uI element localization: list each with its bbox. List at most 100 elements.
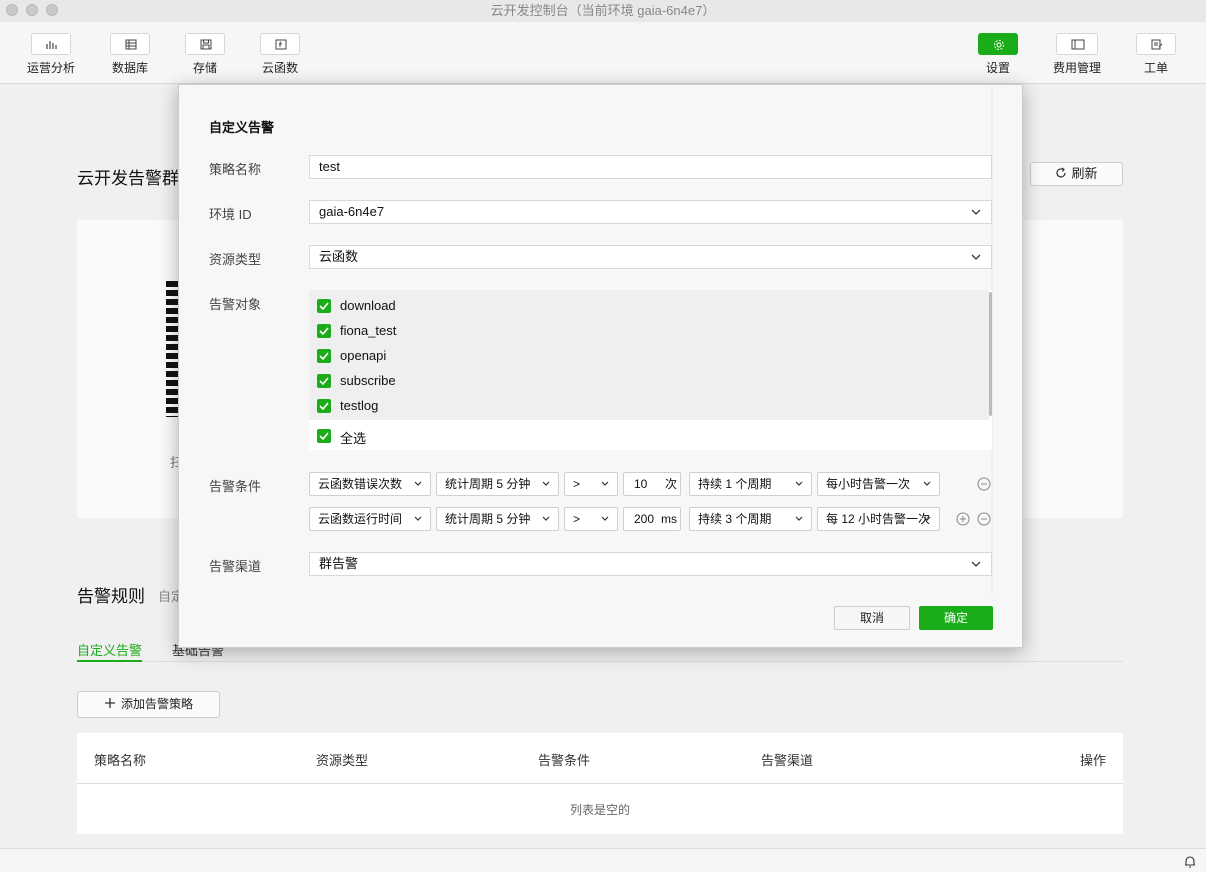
add-policy-button[interactable]: 添加告警策略: [77, 691, 220, 718]
toolbar-database-button[interactable]: 数据库: [110, 33, 150, 76]
toolbar-billing-label: 费用管理: [1053, 61, 1102, 75]
policy-name-input[interactable]: test: [309, 155, 992, 179]
window-zoom-button[interactable]: [46, 4, 58, 16]
add-condition-icon[interactable]: [956, 512, 970, 526]
table-header: 策略名称 资源类型 告警条件 告警渠道 操作: [77, 733, 1123, 784]
checkbox-checked[interactable]: [317, 374, 331, 388]
toolbar-ticket-label: 工单: [1143, 61, 1168, 75]
toolbar-ticket-button[interactable]: 工单: [1136, 33, 1176, 76]
qr-code-image: [166, 281, 178, 417]
checkbox-checked[interactable]: [317, 429, 331, 443]
conditions-label: 告警条件: [209, 479, 262, 494]
target-item-label: openapi: [340, 348, 387, 363]
policy-table: 策略名称 资源类型 告警条件 告警渠道 操作 列表是空的: [77, 733, 1123, 834]
tab-custom-alert[interactable]: 自定义告警: [77, 640, 143, 662]
toolbar-functions-label: 云函数: [261, 61, 298, 75]
select-value: 持续 1 个周期: [698, 477, 772, 491]
window-minimize-button[interactable]: [26, 4, 38, 16]
checkbox-checked[interactable]: [317, 324, 331, 338]
condition-value-input[interactable]: 10 次: [623, 472, 681, 496]
column-header: 告警条件: [538, 753, 591, 768]
toolbar-analytics-label: 运营分析: [27, 61, 76, 75]
targets-scrollbar[interactable]: [989, 292, 992, 416]
custom-alert-dialog: 自定义告警 策略名称 test 环境 ID gaia-6n4e7 资源类型 云函…: [178, 84, 1023, 648]
ticket-icon: [1136, 33, 1176, 55]
select-all-label: 全选: [340, 431, 367, 446]
select-value: 持续 3 个周期: [698, 512, 772, 526]
database-icon: [110, 33, 150, 55]
plus-icon: [104, 698, 115, 708]
toolbar-storage-button[interactable]: 存储: [185, 33, 225, 76]
channel-label: 告警渠道: [209, 559, 262, 574]
resource-type-select[interactable]: 云函数: [309, 245, 992, 269]
confirm-button[interactable]: 确定: [919, 606, 993, 630]
empty-table-message: 列表是空的: [569, 803, 630, 817]
chevron-down-icon: [923, 481, 931, 486]
select-value: >: [573, 512, 581, 526]
targets-label: 告警对象: [209, 297, 262, 312]
toolbar-storage-label: 存储: [192, 61, 217, 75]
status-bar: [0, 848, 1206, 872]
toolbar-billing-button[interactable]: 费用管理: [1053, 33, 1101, 76]
resource-type-value: 云函数: [319, 249, 359, 264]
bar-chart-icon: [31, 33, 71, 55]
target-item-label: fiona_test: [340, 323, 397, 338]
target-item-label: subscribe: [340, 373, 396, 388]
condition-duration-select[interactable]: 持续 1 个周期: [689, 472, 812, 496]
toolbar-settings-button[interactable]: 设置: [978, 33, 1018, 76]
condition-value: 10: [634, 477, 648, 491]
condition-period-select[interactable]: 统计周期 5 分钟: [436, 472, 559, 496]
select-value: 云函数错误次数: [318, 477, 403, 491]
checkbox-checked[interactable]: [317, 349, 331, 363]
select-value: 统计周期 5 分钟: [445, 512, 531, 526]
toolbar-analytics-button[interactable]: 运营分析: [27, 33, 75, 76]
condition-metric-select[interactable]: 云函数运行时间: [309, 507, 431, 531]
channel-select[interactable]: 群告警: [309, 552, 992, 576]
condition-unit: ms: [661, 512, 677, 526]
gear-icon: [978, 33, 1018, 55]
chevron-down-icon: [542, 481, 550, 486]
dialog-title: 自定义告警: [209, 120, 275, 135]
column-header: 告警渠道: [761, 753, 814, 768]
select-value: 每小时告警一次: [826, 477, 911, 491]
window-close-button[interactable]: [6, 4, 18, 16]
remove-condition-icon[interactable]: [977, 477, 991, 491]
select-value: >: [573, 477, 581, 491]
condition-duration-select[interactable]: 持续 3 个周期: [689, 507, 812, 531]
condition-value-input[interactable]: 200 ms: [623, 507, 681, 531]
add-policy-label: 添加告警策略: [120, 697, 193, 711]
chevron-down-icon: [601, 516, 609, 521]
channel-value: 群告警: [319, 556, 359, 571]
condition-operator-select[interactable]: >: [564, 472, 618, 496]
condition-value: 200: [634, 512, 655, 526]
condition-frequency-select[interactable]: 每 12 小时告警一次: [817, 507, 940, 531]
toolbar-database-label: 数据库: [111, 61, 148, 75]
chevron-down-icon: [971, 209, 981, 215]
main-toolbar: 运营分析 数据库 存储 云函数 设置 费用管理 工单: [0, 22, 1206, 84]
alert-group-title: 云开发告警群: [77, 169, 179, 188]
checkbox-checked[interactable]: [317, 299, 331, 313]
function-icon: [260, 33, 300, 55]
condition-frequency-select[interactable]: 每小时告警一次: [817, 472, 940, 496]
condition-period-select[interactable]: 统计周期 5 分钟: [436, 507, 559, 531]
condition-metric-select[interactable]: 云函数错误次数: [309, 472, 431, 496]
window-titlebar: 云开发控制台（当前环境 gaia-6n4e7）: [0, 0, 1206, 22]
storage-icon: [185, 33, 225, 55]
cancel-button[interactable]: 取消: [834, 606, 910, 630]
chevron-down-icon: [795, 516, 803, 521]
chevron-down-icon: [601, 481, 609, 486]
remove-condition-icon[interactable]: [977, 512, 991, 526]
checkbox-checked[interactable]: [317, 399, 331, 413]
condition-unit: 次: [664, 477, 677, 491]
chevron-down-icon: [971, 561, 981, 567]
targets-list[interactable]: download fiona_test openapi subscribe te…: [309, 290, 989, 420]
chevron-down-icon: [414, 516, 422, 521]
bell-icon[interactable]: [1184, 855, 1196, 868]
column-header: 策略名称: [94, 753, 147, 768]
column-header: 资源类型: [316, 753, 369, 768]
refresh-button[interactable]: 刷新: [1030, 162, 1123, 186]
condition-operator-select[interactable]: >: [564, 507, 618, 531]
toolbar-functions-button[interactable]: 云函数: [260, 33, 300, 76]
env-id-select[interactable]: gaia-6n4e7: [309, 200, 992, 224]
chevron-down-icon: [923, 516, 931, 521]
